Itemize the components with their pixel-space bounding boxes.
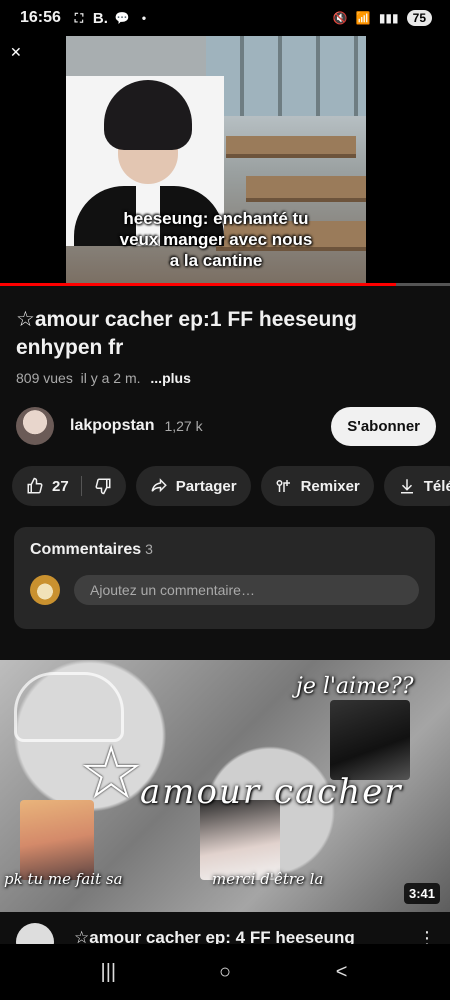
collapse-icon[interactable]: ✕ (10, 44, 30, 64)
thumb-top-text: je l'aime?? (296, 674, 414, 699)
action-bar: 27 Partager Remixer Télé (12, 466, 450, 506)
channel-row: lakpopstan 1,27 k S'abonner (16, 406, 436, 446)
thumb-photo (330, 700, 410, 780)
recents-icon: ||| (100, 960, 117, 983)
thumb-bottom-right: merci d'être la (212, 870, 324, 888)
video-meta[interactable]: 809 vues il y a 2 m. ...plus (16, 370, 191, 386)
channel-name[interactable]: lakpopstan (70, 417, 154, 435)
channel-avatar[interactable] (16, 407, 54, 445)
upload-age: il y a 2 m. (80, 370, 141, 386)
desk (226, 136, 356, 158)
system-nav-bar: ||| ○ < (0, 944, 450, 1000)
progress-bar[interactable] (0, 283, 396, 286)
download-icon (398, 477, 416, 495)
desk (246, 176, 366, 202)
share-label: Partager (175, 477, 237, 495)
remix-label: Remixer (300, 477, 360, 495)
next-video-thumbnail[interactable]: ☆ je l'aime?? amour cacher pk tu me fait… (0, 660, 450, 912)
thumb-photo (200, 800, 280, 880)
like-icon[interactable] (26, 477, 44, 495)
comment-input[interactable]: Ajoutez un commentaire… (74, 575, 419, 605)
duration-badge: 3:41 (403, 883, 440, 904)
wifi-icon: 📶 (355, 11, 371, 25)
share-button[interactable]: Partager (135, 466, 251, 506)
dislike-icon[interactable] (94, 477, 112, 495)
dot-icon: • (141, 11, 147, 25)
recents-button[interactable]: ||| (88, 952, 128, 992)
comments-panel[interactable]: Commentaires 3 Ajoutez un commentaire… (14, 527, 435, 629)
thumb-bottom-left: pk tu me fait sa (4, 870, 123, 888)
share-icon (150, 477, 168, 495)
status-bar: 16:56 ⛶ B. 💬 • 🔇 📶 ▮▮▮ 75 (0, 0, 450, 36)
comments-count: 3 (145, 541, 153, 557)
message-icon: 💬 (114, 11, 130, 25)
classroom-board (66, 36, 216, 76)
screenshot-icon: ⛶ (74, 10, 84, 25)
home-icon: ○ (218, 960, 232, 983)
home-button[interactable]: ○ (205, 952, 245, 992)
like-count: 27 (52, 477, 69, 495)
classroom-windows (206, 36, 366, 116)
thumb-title: amour cacher (140, 772, 403, 812)
download-label: Télé (423, 477, 450, 495)
like-dislike-button[interactable]: 27 (12, 466, 126, 506)
back-button[interactable]: < (322, 952, 362, 992)
subscriber-count: 1,27 k (164, 418, 203, 434)
battery-indicator: 75 (406, 10, 432, 26)
clock: 16:56 (20, 9, 61, 26)
star-icon: ☆ (78, 731, 145, 814)
signal-icon: ▮▮▮ (378, 11, 399, 25)
mute-icon: 🔇 (332, 11, 348, 25)
video-caption: heeseung: enchanté tu veux manger avec n… (119, 209, 313, 270)
view-count: 809 vues (16, 370, 73, 386)
user-avatar (30, 575, 60, 605)
video-title[interactable]: ☆amour cacher ep:1 FF heeseung enhypen f… (16, 306, 436, 362)
remix-button[interactable]: Remixer (260, 466, 374, 506)
back-icon: < (335, 960, 348, 983)
remix-icon (275, 477, 293, 495)
notification-b: B. (92, 9, 108, 27)
download-button[interactable]: Télé (383, 466, 450, 506)
video-player[interactable]: ✕ heeseung: enchanté tu veux manger avec… (0, 36, 450, 286)
comments-header: Commentaires 3 (30, 541, 153, 558)
subscribe-button[interactable]: S'abonner (331, 406, 436, 446)
video-frame: heeseung: enchanté tu veux manger avec n… (66, 36, 366, 284)
more-link[interactable]: ...plus (150, 370, 190, 386)
